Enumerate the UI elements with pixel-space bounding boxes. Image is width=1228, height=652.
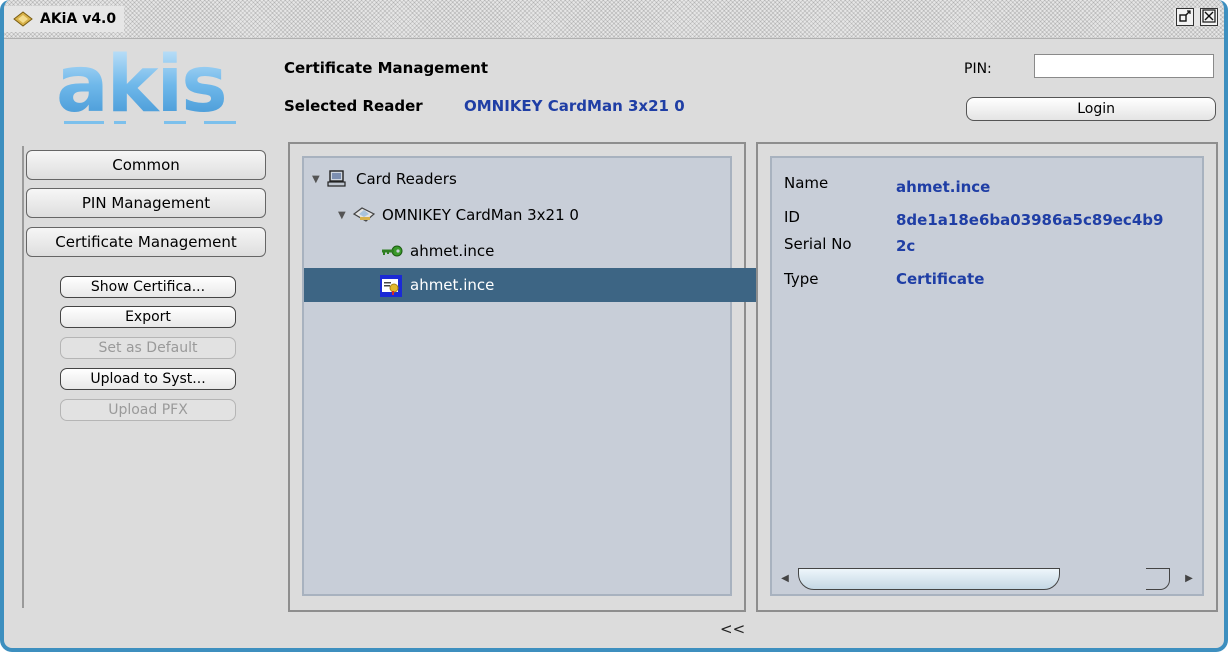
- upload-to-system-button[interactable]: Upload to Syst...: [60, 368, 236, 390]
- certificate-icon: [380, 275, 404, 297]
- app-logo-icon: [12, 9, 34, 29]
- detail-label-serial: Serial No: [784, 235, 852, 253]
- detail-label-name: Name: [784, 174, 829, 192]
- login-button[interactable]: Login: [966, 97, 1216, 121]
- horizontal-scrollbar[interactable]: ◀ ▶: [776, 568, 1198, 590]
- tree-label-key: ahmet.ince: [410, 242, 495, 260]
- detail-value-id: 8de1a18e6ba03986a5c89ec4b9: [896, 211, 1164, 229]
- detail-value-name: ahmet.ince: [896, 178, 991, 196]
- close-icon[interactable]: [1200, 8, 1218, 26]
- detail-value-serial: 2c: [896, 237, 916, 255]
- tree-node-certificate[interactable]: ahmet.ince: [304, 268, 806, 302]
- scroll-right-icon[interactable]: ▶: [1180, 570, 1198, 588]
- svg-text:akis: akis: [56, 51, 226, 130]
- selected-reader-label: Selected Reader: [284, 97, 423, 115]
- detail-label-id: ID: [784, 208, 800, 226]
- upload-pfx-button[interactable]: Upload PFX: [60, 399, 236, 421]
- card-reader-tree[interactable]: ▼ Card Readers ▼ OMNIKEY CardMan 3x21 0 …: [302, 156, 806, 596]
- tree-node-reader[interactable]: ▼ OMNIKEY CardMan 3x21 0: [304, 198, 764, 232]
- akis-logo: akis: [54, 40, 252, 133]
- collapse-panel-button[interactable]: <<: [720, 620, 745, 638]
- tree-node-card-readers[interactable]: ▼ Card Readers: [304, 162, 738, 196]
- smartcard-reader-icon: [352, 205, 376, 225]
- set-as-default-button[interactable]: Set as Default: [60, 337, 236, 359]
- expand-arrow-icon[interactable]: ▼: [338, 210, 352, 221]
- tree-label-reader: OMNIKEY CardMan 3x21 0: [382, 206, 579, 224]
- details-panel: Name ahmet.ince ID 8de1a18e6ba03986a5c89…: [756, 142, 1218, 612]
- tree-node-key[interactable]: ahmet.ince: [304, 234, 806, 268]
- tree-label-card-readers: Card Readers: [356, 170, 457, 188]
- nav-pin-management-button[interactable]: PIN Management: [26, 188, 266, 218]
- selected-reader-value: OMNIKEY CardMan 3x21 0: [464, 97, 685, 115]
- scroll-left-icon[interactable]: ◀: [776, 570, 794, 588]
- nav-common-button[interactable]: Common: [26, 150, 266, 180]
- scrollbar-track-end: [1146, 568, 1170, 590]
- expand-arrow-icon[interactable]: ▼: [312, 174, 326, 185]
- certificate-details: Name ahmet.ince ID 8de1a18e6ba03986a5c89…: [770, 156, 1204, 596]
- pin-input[interactable]: [1034, 54, 1214, 78]
- tree-panel: ▼ Card Readers ▼ OMNIKEY CardMan 3x21 0 …: [288, 142, 806, 612]
- title-group: AKiA v4.0: [4, 6, 125, 32]
- detail-value-type: Certificate: [896, 270, 985, 288]
- header: akis Certificate Management Selected Rea…: [4, 39, 1224, 139]
- window-title: AKiA v4.0: [40, 11, 117, 27]
- sidebar: Common PIN Management Certificate Manage…: [22, 146, 270, 608]
- pin-label: PIN:: [964, 61, 992, 77]
- detail-label-type: Type: [784, 270, 819, 288]
- page-title: Certificate Management: [284, 59, 489, 77]
- show-certificate-button[interactable]: Show Certifica...: [60, 276, 236, 298]
- window-controls: [1174, 8, 1220, 26]
- nav-certificate-management-button[interactable]: Certificate Management: [26, 227, 266, 257]
- computer-icon: [326, 169, 350, 189]
- export-button[interactable]: Export: [60, 306, 236, 328]
- title-bar[interactable]: AKiA v4.0: [4, 0, 1224, 39]
- scrollbar-thumb[interactable]: [798, 568, 1060, 590]
- key-icon: [380, 241, 404, 261]
- restore-icon[interactable]: [1176, 8, 1194, 26]
- tree-label-certificate: ahmet.ince: [410, 276, 495, 294]
- app-window: AKiA v4.0 akis Certificate Management Se…: [0, 0, 1228, 652]
